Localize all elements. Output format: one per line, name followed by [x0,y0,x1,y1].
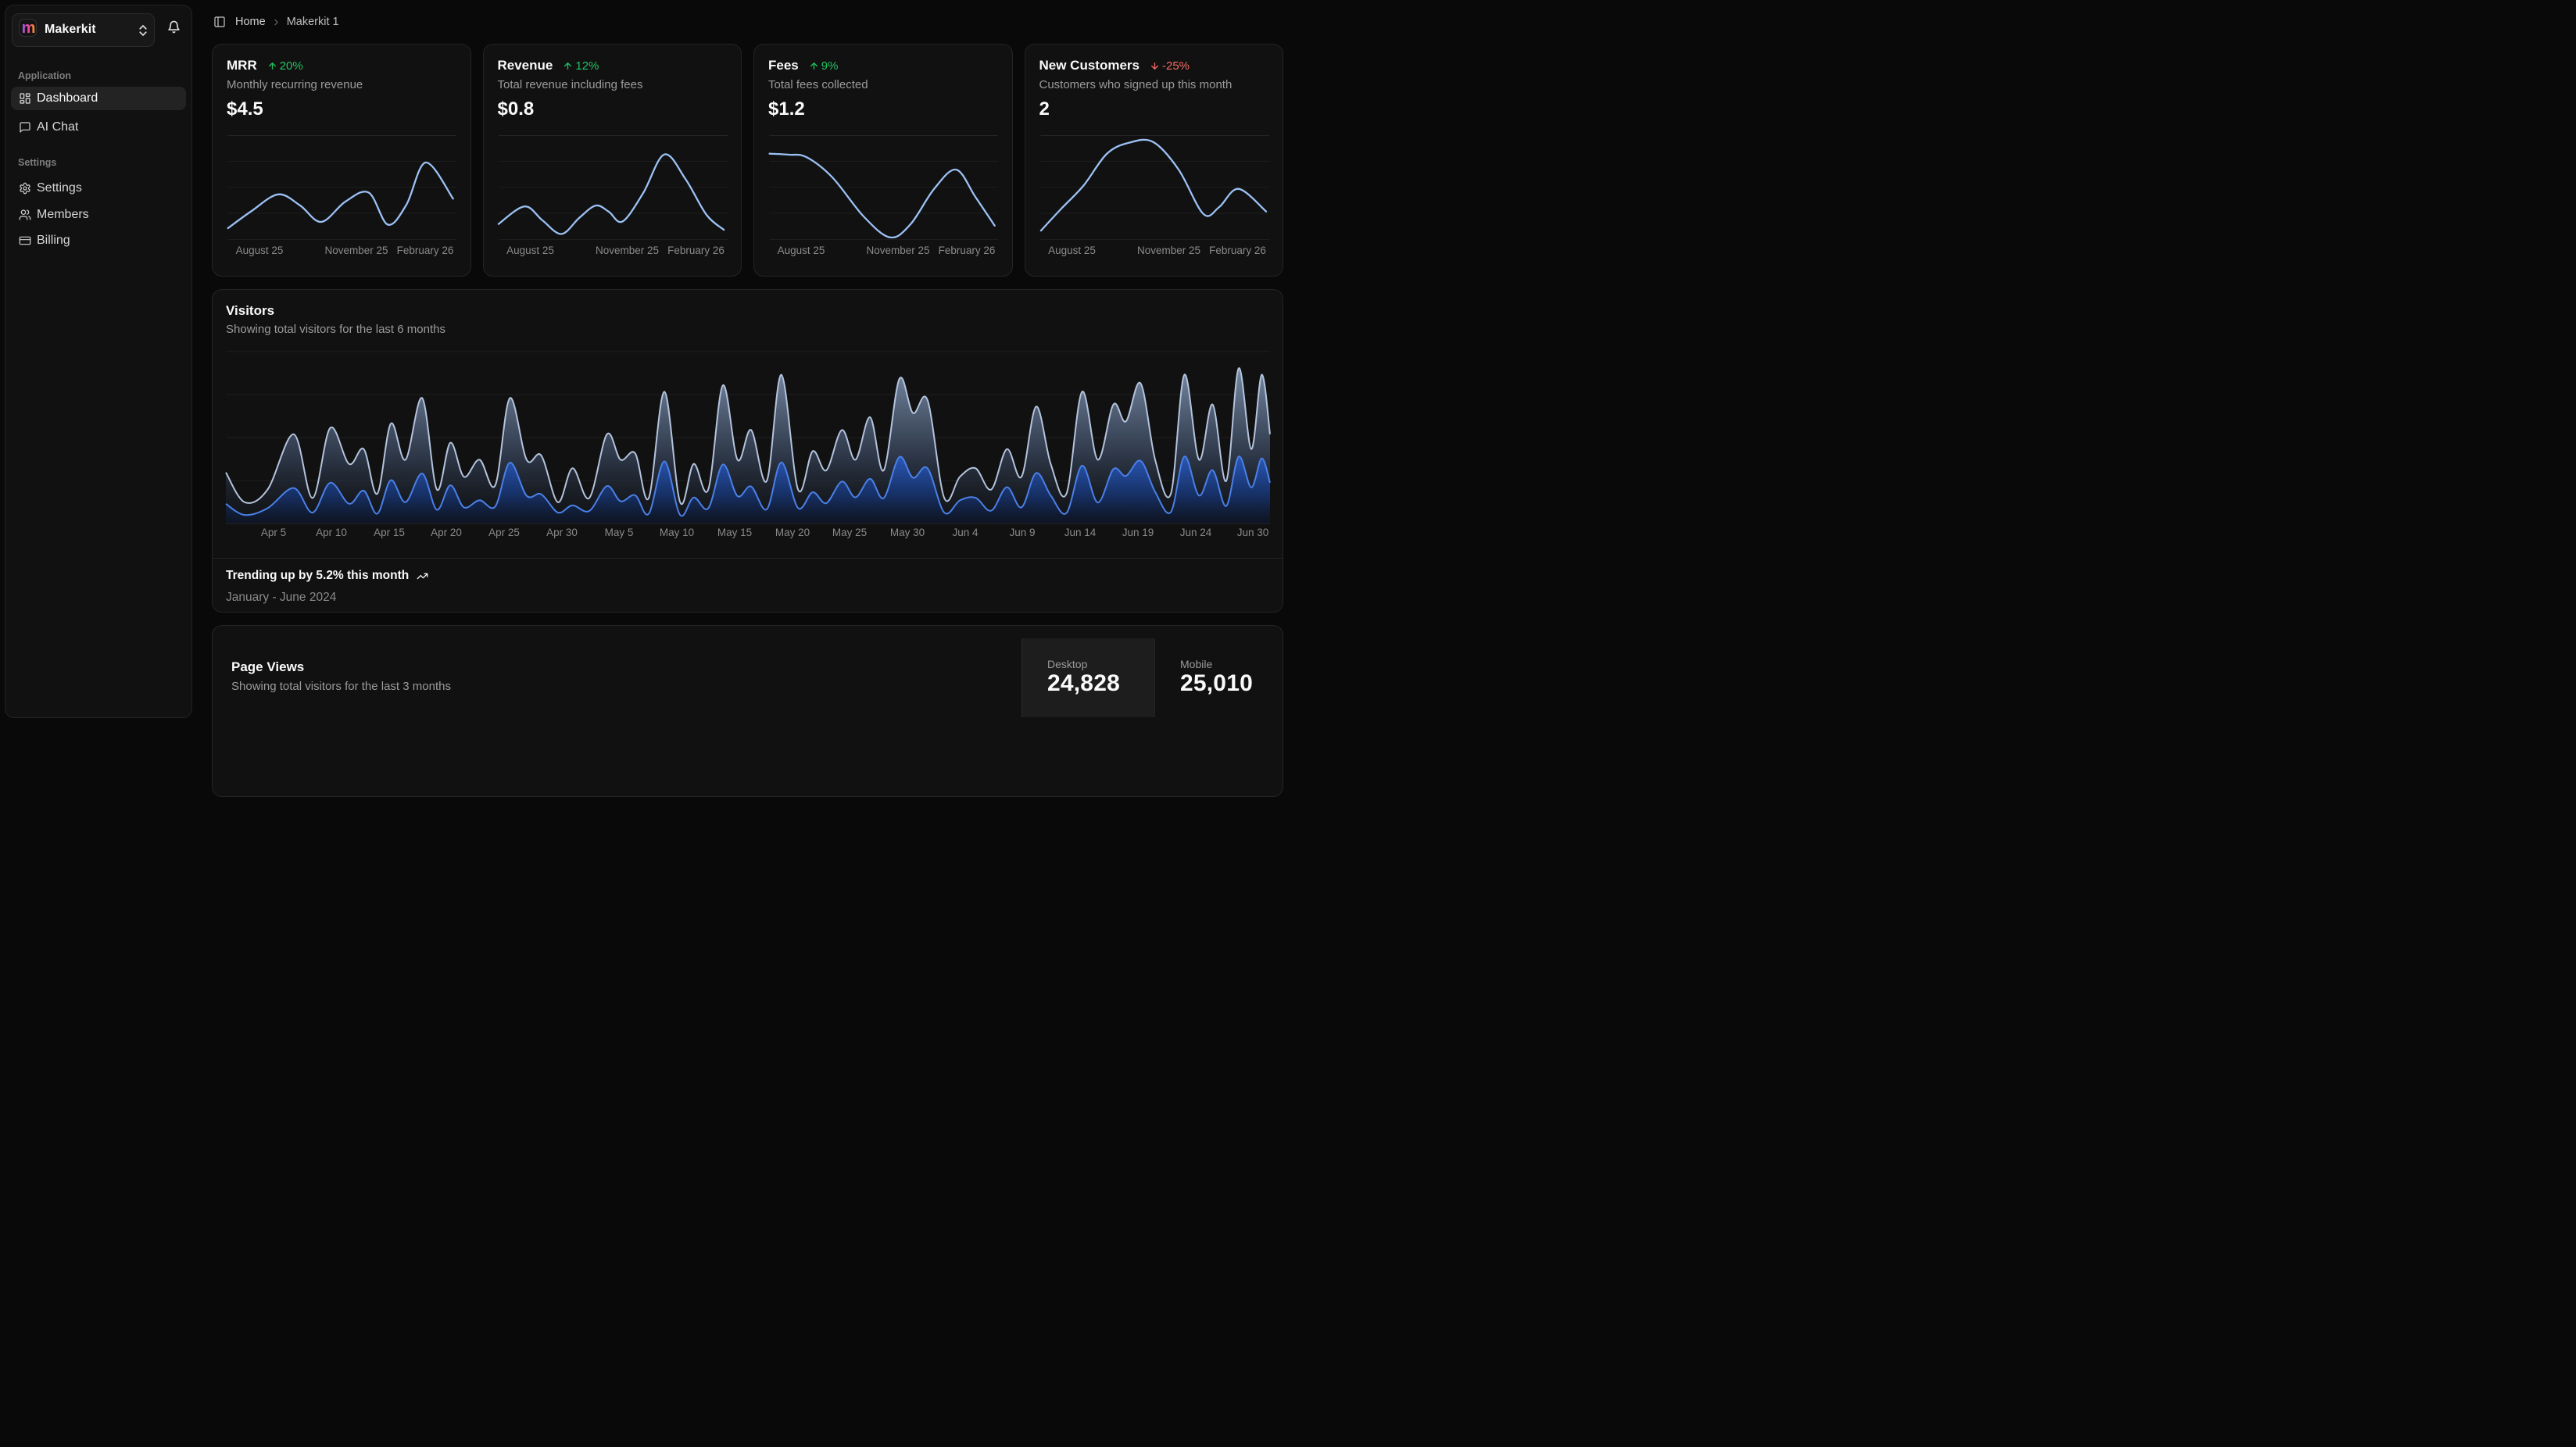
svg-text:m: m [22,20,36,37]
